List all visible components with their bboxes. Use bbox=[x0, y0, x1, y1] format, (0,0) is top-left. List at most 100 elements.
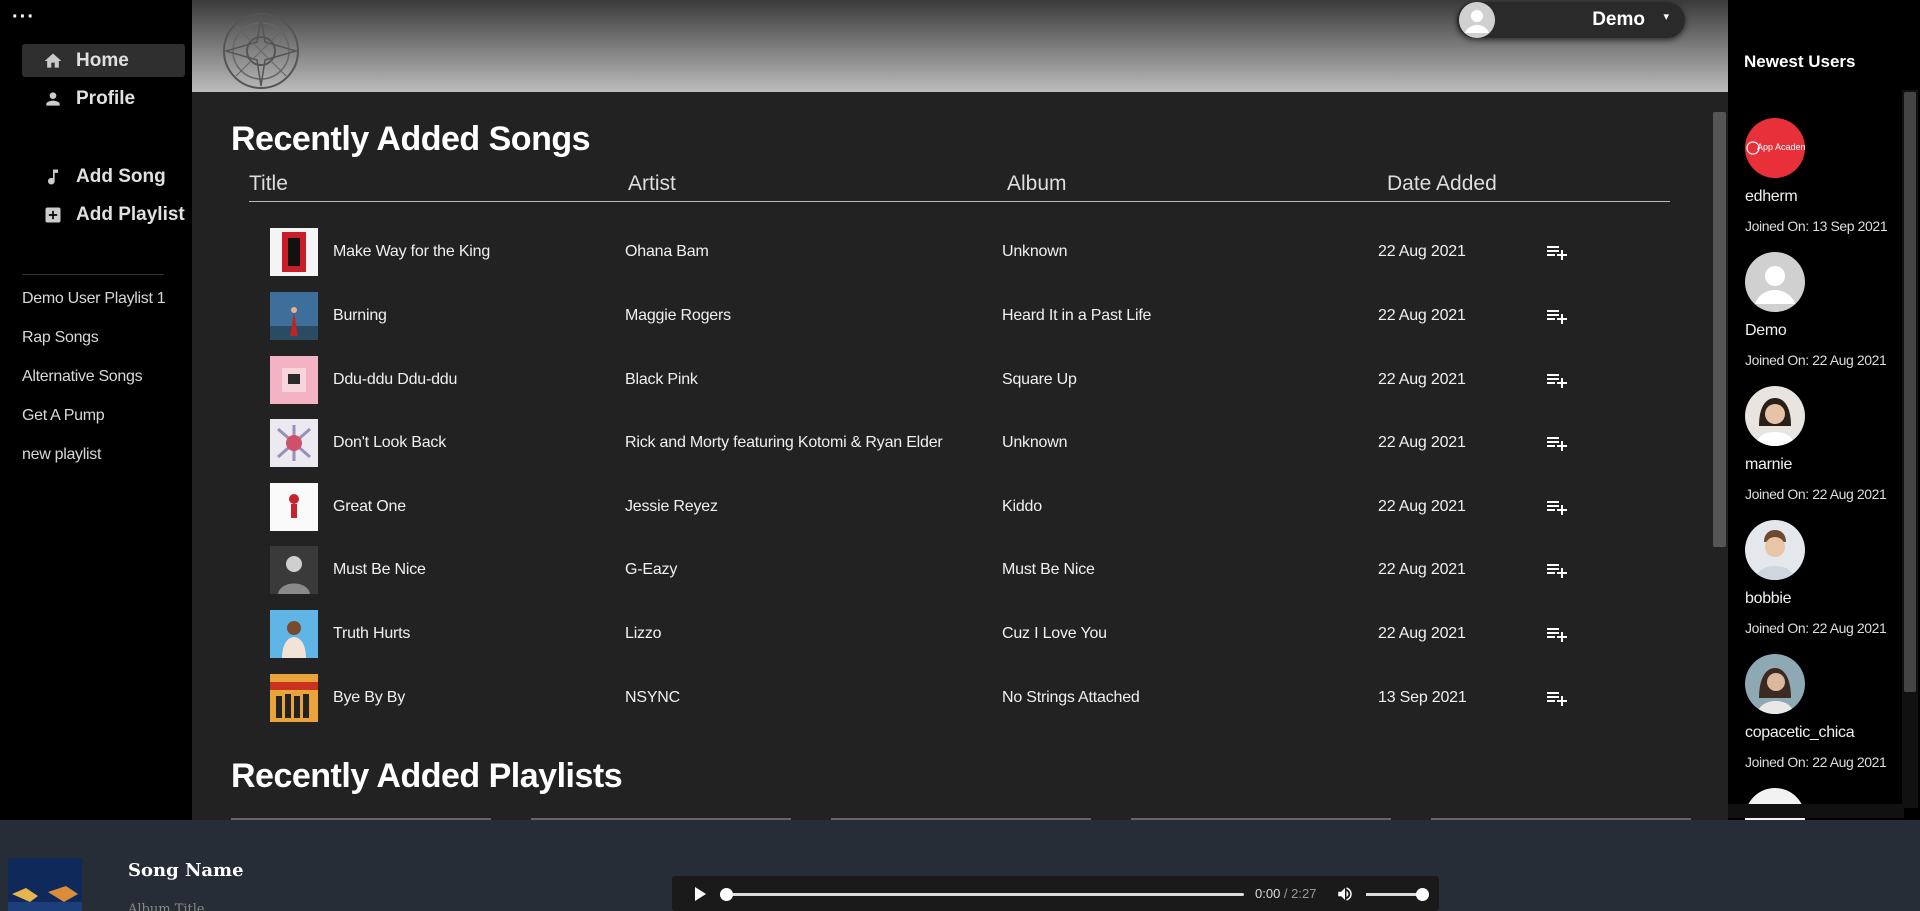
album-thumbnail bbox=[270, 292, 318, 340]
song-title-cell[interactable]: Don't Look Back bbox=[333, 434, 446, 452]
user-avatar bbox=[1745, 520, 1805, 580]
song-album-cell: Kiddo bbox=[1002, 498, 1042, 515]
add-to-playlist-icon[interactable] bbox=[1545, 622, 1569, 646]
user-avatar: App Academy bbox=[1745, 118, 1805, 178]
current-time: 0:00 bbox=[1255, 886, 1281, 901]
song-title-cell[interactable]: Burning bbox=[333, 307, 387, 325]
home-icon bbox=[42, 50, 64, 72]
volume-slider[interactable] bbox=[1366, 893, 1422, 896]
header-bar: Demo ▾ bbox=[192, 0, 1728, 92]
newest-users-panel: Newest Users App Academy edherm Joined O… bbox=[1728, 0, 1920, 820]
column-header-title: Title bbox=[249, 172, 288, 195]
table-row[interactable]: Must Be Nice G-Eazy Must Be Nice 22 Aug 202… bbox=[192, 546, 1672, 598]
song-title-cell[interactable]: Great One bbox=[333, 498, 406, 516]
album-thumbnail bbox=[270, 356, 318, 404]
playlists-section-title: Recently Added Playlists bbox=[231, 757, 623, 795]
song-artist-cell: Lizzo bbox=[625, 625, 662, 642]
sidebar-playlist-item[interactable]: Demo User Playlist 1 bbox=[22, 290, 166, 308]
add-to-playlist-icon[interactable] bbox=[1545, 240, 1569, 264]
add-box-icon bbox=[42, 204, 64, 226]
nav-add-song[interactable]: Add Song bbox=[22, 160, 185, 193]
album-thumbnail bbox=[270, 419, 318, 467]
column-header-date: Date Added bbox=[1387, 172, 1497, 195]
play-icon[interactable] bbox=[692, 886, 708, 902]
now-playing-song-name: Song Name bbox=[128, 860, 244, 881]
song-album-cell: Heard It in a Past Life bbox=[1002, 307, 1152, 324]
song-title-cell[interactable]: Bye By By bbox=[333, 689, 405, 707]
nav-add-playlist-label: Add Playlist bbox=[76, 203, 185, 225]
now-playing-album-art bbox=[8, 858, 82, 911]
app-logo[interactable] bbox=[222, 12, 300, 90]
user-menu-button[interactable]: Demo ▾ bbox=[1457, 2, 1685, 38]
user-card[interactable]: copacetic_chica Joined On: 22 Aug 2021 bbox=[1745, 654, 1915, 770]
time-display: 0:00 / 2:27 bbox=[1255, 886, 1316, 901]
avatar bbox=[1459, 2, 1495, 38]
album-thumbnail bbox=[270, 483, 318, 531]
user-name: marnie bbox=[1745, 456, 1793, 473]
user-name: edherm bbox=[1745, 188, 1798, 205]
song-artist-cell: G-Eazy bbox=[625, 561, 678, 578]
table-row[interactable]: Truth Hurts Lizzo Cuz I Love You 22 Aug 202… bbox=[192, 610, 1672, 662]
table-row[interactable]: Burning Maggie Rogers Heard It in a Past L… bbox=[192, 292, 1672, 344]
progress-bar[interactable] bbox=[724, 893, 1244, 896]
sidebar-playlist-item[interactable]: Get A Pump bbox=[22, 407, 105, 425]
nav-profile[interactable]: Profile bbox=[22, 82, 185, 115]
song-title-cell[interactable]: Make Way for the King bbox=[333, 243, 490, 261]
song-artist-cell: NSYNC bbox=[625, 689, 681, 706]
user-name: copacetic_chica bbox=[1745, 724, 1855, 741]
user-card[interactable]: marnie Joined On: 22 Aug 2021 bbox=[1745, 386, 1915, 502]
table-row[interactable]: Ddu-ddu Ddu-ddu Black Pink Square Up 22 Aug… bbox=[192, 356, 1672, 408]
column-header-artist: Artist bbox=[628, 172, 676, 195]
add-to-playlist-icon[interactable] bbox=[1545, 686, 1569, 710]
menu-dots-icon[interactable]: ··· bbox=[12, 6, 35, 29]
song-artist-cell: Rick and Morty featuring Kotomi & Ryan E… bbox=[625, 434, 943, 451]
user-avatar bbox=[1745, 386, 1805, 446]
users-horizontal-scrollbar[interactable] bbox=[1728, 804, 1904, 818]
album-thumbnail bbox=[270, 546, 318, 594]
album-thumbnail bbox=[270, 228, 318, 276]
nav-home[interactable]: Home bbox=[22, 44, 185, 77]
sidebar-playlist-item[interactable]: Alternative Songs bbox=[22, 368, 143, 386]
progress-knob[interactable] bbox=[720, 888, 733, 901]
song-date-cell: 22 Aug 2021 bbox=[1378, 498, 1466, 515]
main-scrollbar-thumb[interactable] bbox=[1713, 112, 1726, 547]
chevron-down-icon: ▾ bbox=[1663, 11, 1669, 23]
add-to-playlist-icon[interactable] bbox=[1545, 368, 1569, 392]
user-card[interactable]: bobbie Joined On: 22 Aug 2021 bbox=[1745, 520, 1915, 636]
add-to-playlist-icon[interactable] bbox=[1545, 558, 1569, 582]
song-title-cell[interactable]: Truth Hurts bbox=[333, 625, 410, 643]
table-row[interactable]: Great One Jessie Reyez Kiddo 22 Aug 2021 bbox=[192, 483, 1672, 535]
nav-profile-label: Profile bbox=[76, 87, 136, 109]
song-date-cell: 22 Aug 2021 bbox=[1378, 307, 1466, 324]
volume-icon[interactable] bbox=[1336, 885, 1354, 903]
nav-home-label: Home bbox=[76, 49, 129, 71]
song-album-cell: Unknown bbox=[1002, 243, 1068, 260]
volume-knob[interactable] bbox=[1416, 888, 1429, 901]
sidebar-playlist-item[interactable]: new playlist bbox=[22, 446, 101, 464]
table-row[interactable]: Don't Look Back Rick and Morty featuring … bbox=[192, 419, 1672, 471]
now-playing-album-title: Album Title bbox=[128, 902, 205, 911]
add-to-playlist-icon[interactable] bbox=[1545, 495, 1569, 519]
user-name: Demo bbox=[1592, 9, 1645, 30]
song-date-cell: 13 Sep 2021 bbox=[1378, 689, 1467, 706]
add-to-playlist-icon[interactable] bbox=[1545, 304, 1569, 328]
newest-users-title: Newest Users bbox=[1744, 52, 1856, 71]
song-date-cell: 22 Aug 2021 bbox=[1378, 243, 1466, 260]
table-row[interactable]: Bye By By NSYNC No Strings Attached 13 Sep … bbox=[192, 674, 1672, 726]
user-joined-date: Joined On: 22 Aug 2021 bbox=[1745, 352, 1887, 368]
song-title-cell[interactable]: Ddu-ddu Ddu-ddu bbox=[333, 371, 457, 389]
nav-add-song-label: Add Song bbox=[76, 165, 166, 187]
sidebar-playlist-item[interactable]: Rap Songs bbox=[22, 329, 99, 347]
users-scrollbar-thumb[interactable] bbox=[1904, 92, 1916, 692]
sidebar-divider bbox=[22, 274, 164, 275]
song-artist-cell: Jessie Reyez bbox=[625, 498, 718, 515]
user-card[interactable]: App Academy edherm Joined On: 13 Sep 202… bbox=[1745, 118, 1915, 234]
song-date-cell: 22 Aug 2021 bbox=[1378, 434, 1466, 451]
user-card[interactable]: Demo Joined On: 22 Aug 2021 bbox=[1745, 252, 1915, 368]
nav-add-playlist[interactable]: Add Playlist bbox=[22, 198, 185, 231]
duration: 2:27 bbox=[1291, 886, 1317, 901]
add-to-playlist-icon[interactable] bbox=[1545, 431, 1569, 455]
table-row[interactable]: Make Way for the King Ohana Bam Unknown 22 … bbox=[192, 228, 1672, 280]
user-name: Demo bbox=[1745, 322, 1787, 339]
song-title-cell[interactable]: Must Be Nice bbox=[333, 561, 426, 579]
